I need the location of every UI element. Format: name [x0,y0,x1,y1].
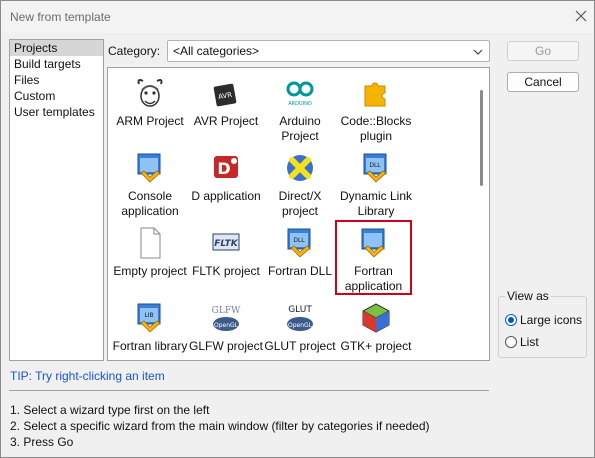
dll-icon: DLL [363,153,387,183]
svg-text:D: D [217,159,230,178]
avr-chip-icon: AVR [213,83,237,107]
wizard-type-custom[interactable]: Custom [10,88,103,104]
instruction-step-3: 3. Press Go [10,435,74,449]
tip-text: TIP: Try right-clicking an item [10,369,165,383]
template-fltk-project[interactable]: FLTK FLTK project [186,226,266,279]
svg-text:ARDUINO: ARDUINO [288,101,312,107]
fortran-dll-icon: DLL [287,228,311,258]
category-selected-value: <All categories> [173,44,260,58]
template-fortran-library[interactable]: LIB Fortran library [110,301,190,354]
template-label: Console application [121,189,179,218]
wizard-type-build-targets[interactable]: Build targets [10,56,103,72]
template-fortran-application[interactable]: Fortran application [335,220,412,295]
instruction-step-2: 2. Select a specific wizard from the mai… [10,419,430,433]
svg-text:GLUT: GLUT [288,305,312,315]
close-icon[interactable] [571,6,591,26]
template-gtk-project[interactable]: GTK+ project [336,301,416,354]
category-label: Category: [108,44,161,58]
template-label: Arduino Project [279,114,321,143]
empty-file-icon [140,227,161,259]
instruction-step-1: 1. Select a wizard type first on the lef… [10,403,210,417]
template-label: GTK+ project [340,339,412,353]
grid-scrollbar[interactable] [480,90,483,186]
template-label: Dynamic Link Library [339,189,413,218]
d-logo-icon: D [214,156,238,178]
template-console-application[interactable]: Console application [110,151,190,219]
template-glfw-project[interactable]: GLFW OpenGL GLFW project [186,301,266,354]
template-glut-project[interactable]: GLUT OpenGL GLUT project [260,301,340,354]
gnu-gnu-icon [137,79,163,107]
view-as-legend: View as [505,289,551,303]
fortran-app-icon [361,228,385,258]
template-codeblocks-plugin[interactable]: Code::Blocks plugin [336,76,416,144]
large-icons-label: Large icons [520,313,583,327]
list-label: List [520,335,539,349]
template-empty-project[interactable]: Empty project [110,226,190,279]
template-label: Fortran library [112,339,188,353]
category-dropdown[interactable]: <All categories> [167,40,490,62]
console-app-icon [137,153,161,183]
window-title: New from template [10,10,111,24]
template-label: GLFW project [188,339,263,353]
template-label: AVR Project [193,114,259,128]
fltk-icon: FLTK [212,233,240,251]
glfw-icon: GLFW OpenGL [212,306,241,331]
glut-icon: GLUT OpenGL [287,305,313,331]
svg-text:FLTK: FLTK [214,239,239,249]
svg-text:LIB: LIB [144,312,153,319]
chevron-down-icon [473,46,483,60]
template-avr-project[interactable]: AVR AVR Project [186,76,266,129]
gtk-icon [362,303,390,333]
template-d-application[interactable]: D D application [186,151,266,204]
wizard-type-user-templates[interactable]: User templates [10,104,103,120]
wizard-type-list[interactable]: Projects Build targets Files Custom User… [9,39,104,361]
radio-unselected-icon [505,336,517,348]
template-label: Fortran DLL [267,264,333,278]
large-icons-radio[interactable]: Large icons [505,313,582,327]
list-radio[interactable]: List [505,335,539,349]
template-fortran-dll[interactable]: DLL Fortran DLL [260,226,340,279]
template-label: Code::Blocks plugin [340,114,412,143]
divider [9,390,489,391]
template-label: Empty project [113,264,187,278]
svg-text:OpenGL: OpenGL [288,322,313,329]
fortran-lib-icon: LIB [137,303,161,333]
svg-text:DLL: DLL [369,162,381,169]
wizard-type-projects[interactable]: Projects [10,40,103,56]
template-label: FLTK project [192,264,260,278]
go-button[interactable]: Go [507,41,579,61]
cancel-button[interactable]: Cancel [507,72,579,92]
template-directx-project[interactable]: Direct/X project [260,151,340,219]
arduino-icon: ARDUINO [286,81,314,107]
svg-text:DLL: DLL [293,237,305,244]
puzzle-plugin-icon [364,82,386,107]
template-arduino-project[interactable]: ARDUINO Arduino Project [260,76,340,144]
wizard-type-files[interactable]: Files [10,72,103,88]
new-from-template-dialog: New from template Projects Build targets… [0,0,595,458]
template-arm-project[interactable]: ARM Project [110,76,190,129]
template-label: GLUT project [264,339,336,353]
view-as-group: View as Large icons List [498,289,587,358]
template-grid[interactable]: ARM Project AVR AVR Project ARDUINO Ardu… [107,67,490,361]
template-label: ARM Project [116,114,184,128]
svg-text:GLFW: GLFW [212,306,241,316]
template-dynamic-link-library[interactable]: DLL Dynamic Link Library [336,151,416,219]
template-label: D application [191,189,261,203]
title-bar: New from template [1,1,594,33]
radio-selected-icon [505,314,517,326]
directx-icon [287,155,313,181]
svg-text:OpenGL: OpenGL [214,322,239,329]
template-label: Direct/X project [278,189,322,218]
template-label: Fortran application [344,264,403,293]
